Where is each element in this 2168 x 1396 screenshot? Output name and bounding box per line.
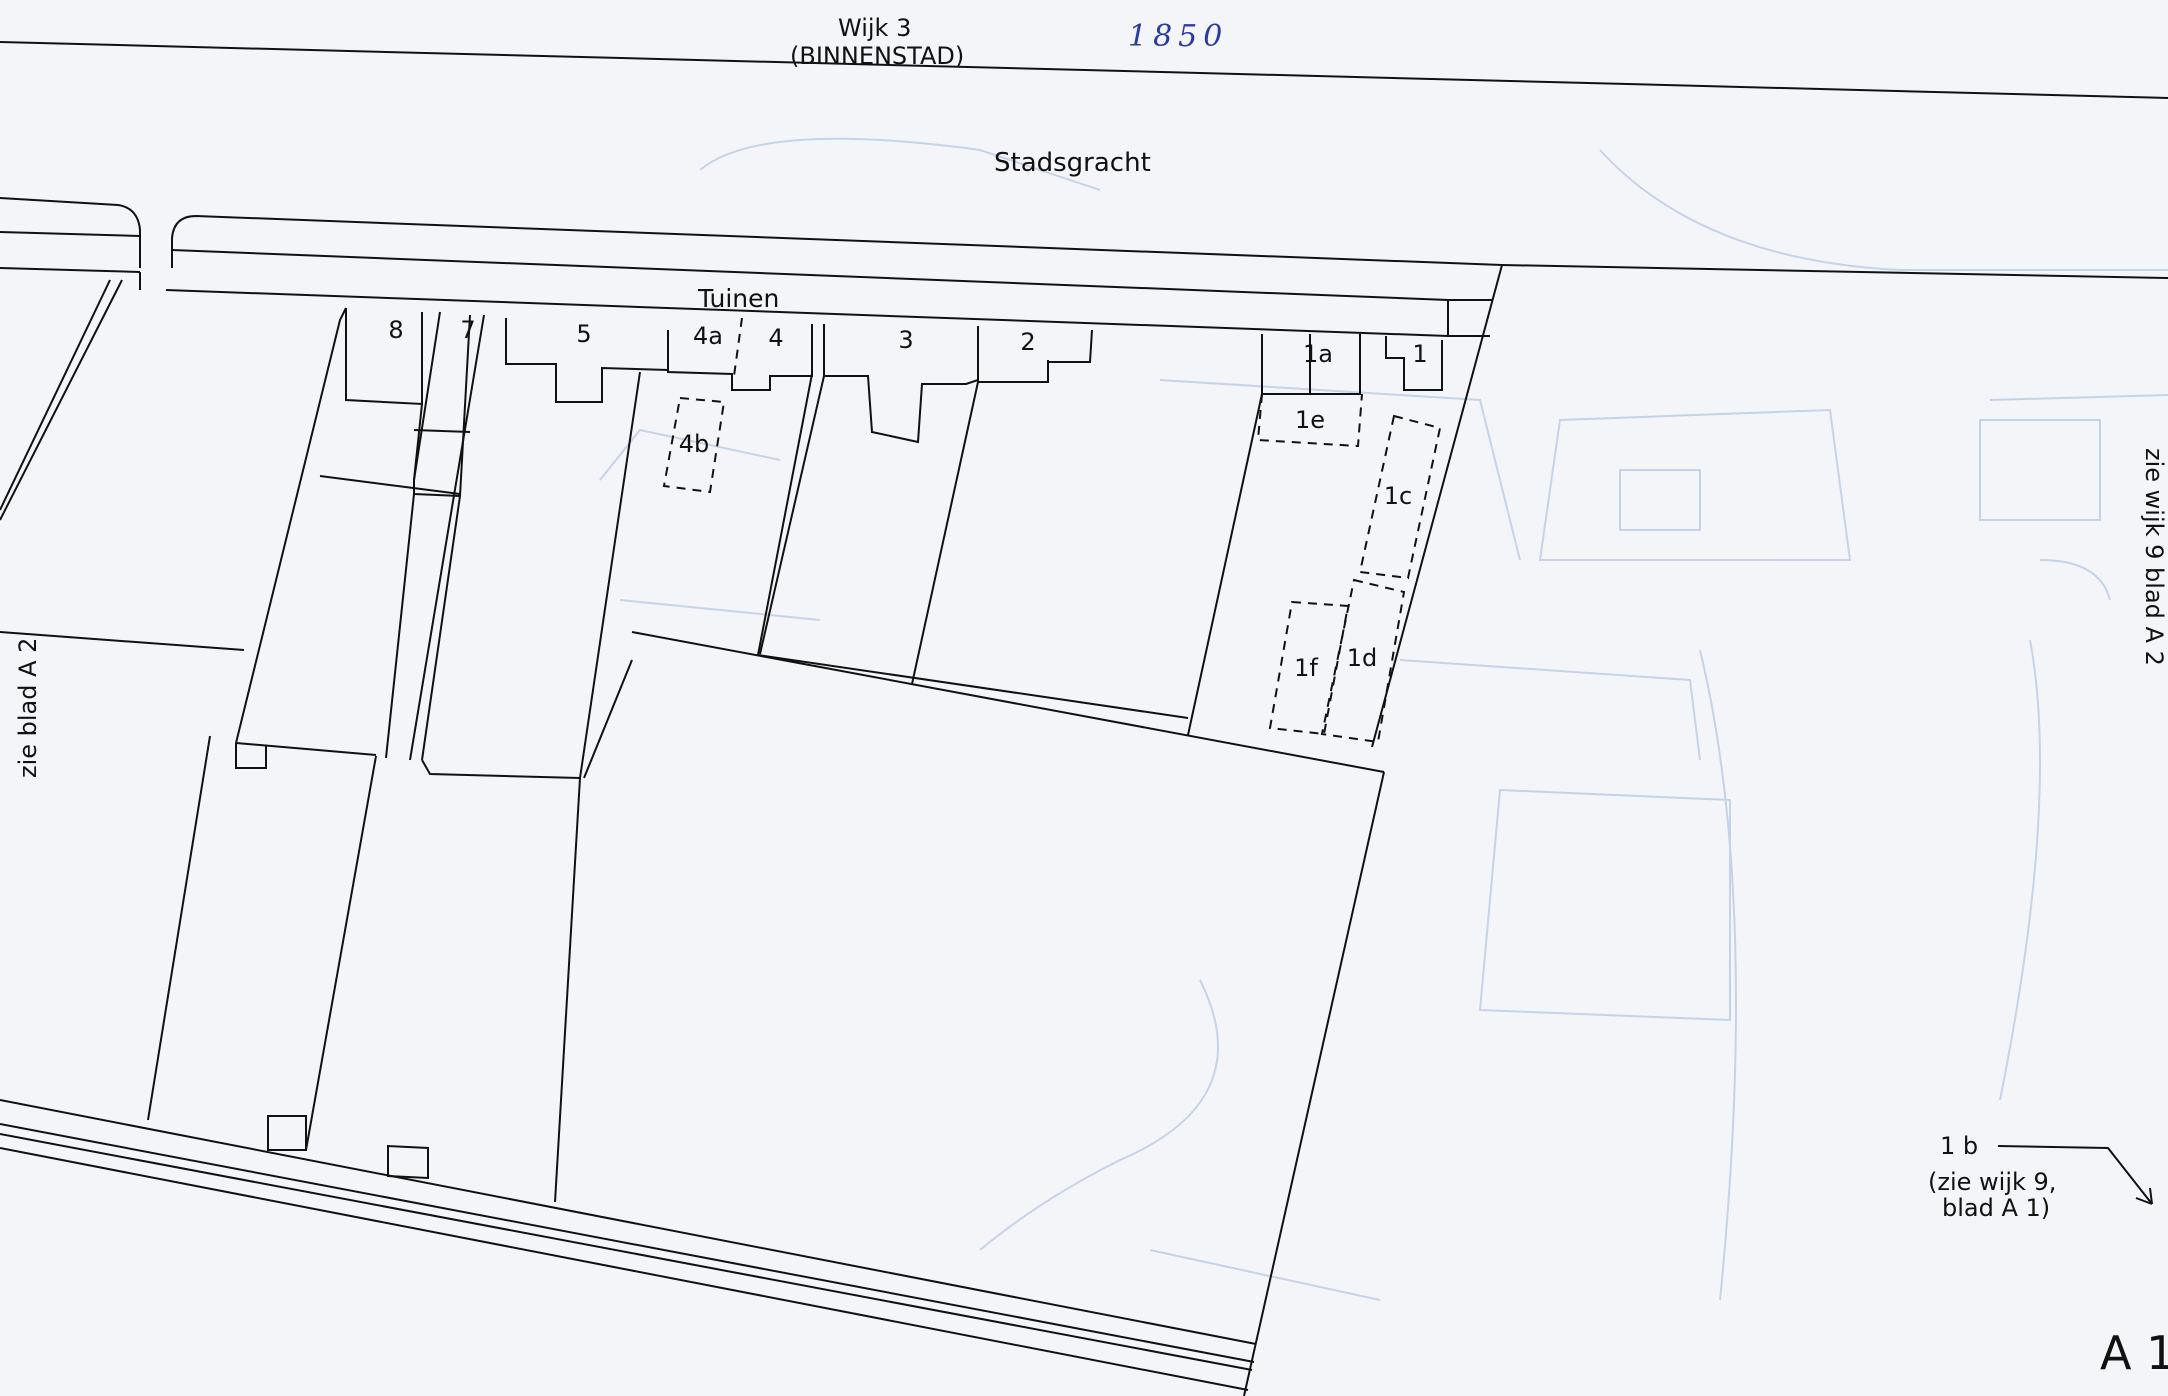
district-label: Wijk 3 [838,14,912,42]
parcel-ref-label: 1 b [1940,1132,1979,1160]
lot-label: 1c [1383,482,1413,510]
bleed-through-lines [599,137,2168,1301]
parcel-ref-note: (zie wijk 9, [1928,1168,2057,1196]
cadastral-map: Wijk 3 (BINNENSTAD) 1850 Stadsgracht Tui… [0,0,2168,1396]
lot-label: 7 [460,316,476,344]
canal-label: Stadsgracht [994,148,1151,178]
lot-label: 4a [693,322,723,350]
lot-label: 2 [1020,328,1036,356]
dashed-outbuildings [662,317,1442,744]
lot-label: 1a [1303,340,1333,368]
lot-label: 1 [1412,340,1428,368]
lot-label: 3 [898,326,914,354]
left-margin-ref: zie blad A 2 [14,637,42,778]
year-handwritten: 1850 [1128,19,1229,54]
lane-label: Tuinen [698,284,780,313]
lot-label: 1d [1346,644,1378,672]
sheet-id: A 1 [2100,1326,2168,1380]
lot-label: 4 [768,324,784,352]
lot-label: 4b [678,430,710,458]
parcel-lines [0,41,2168,1396]
right-margin-ref: zie wijk 9 blad A 2 [2140,448,2168,666]
map-drawing [0,41,2168,1396]
lot-label: 8 [388,316,404,344]
area-label: (BINNENSTAD) [790,42,965,70]
parcel-ref-note: blad A 1) [1942,1194,2051,1222]
lot-label: 5 [576,320,592,348]
lot-label: 1e [1294,406,1326,434]
lot-label: 1f [1294,654,1318,682]
